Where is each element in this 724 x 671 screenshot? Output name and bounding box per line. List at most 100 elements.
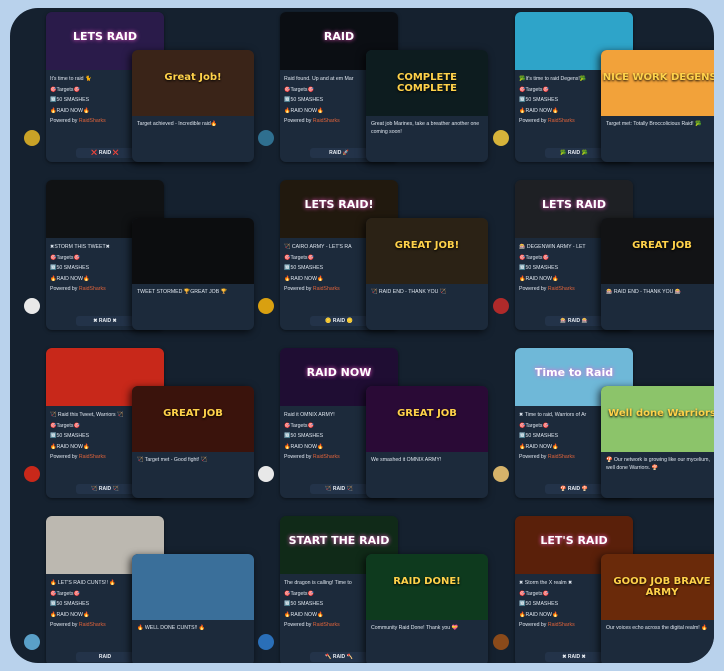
brand-link[interactable]: RaidSharks — [548, 454, 575, 460]
brand-link[interactable]: RaidSharks — [313, 622, 340, 628]
raid-button[interactable]: 🪓 RAID 🪓 — [310, 652, 368, 662]
raid-complete-caption: We smashed it OMNIX ARMY! — [371, 457, 442, 463]
raid-banner-text: START THE RAID — [288, 534, 390, 547]
raid-complete-card: GOOD JOB BRAVE ARMY Our voices echo acro… — [601, 554, 714, 663]
community-avatar — [24, 466, 40, 482]
raid-button[interactable]: 🏹 RAID 🏹 — [76, 484, 134, 494]
raid-button[interactable]: RAID 🚀 — [310, 148, 368, 158]
powered-label: Powered by — [284, 454, 312, 460]
powered-label: Powered by — [50, 286, 78, 292]
raid-complete-banner-text: GREAT JOB — [397, 408, 457, 419]
raid-preview-c3: 🥦It's time to raid Degens!🥦 🎯Targets🎯 🔟5… — [493, 12, 714, 172]
raid-preview-c10: 🔥 LET'S RAID CUNTS!! 🔥 🎯Targets🎯 🔟50 SMA… — [24, 516, 254, 663]
brand-link[interactable]: RaidSharks — [548, 622, 575, 628]
raid-complete-banner-text: NICE WORK DEGENS! — [602, 72, 714, 83]
raid-complete-caption: Community Raid Done! Thank you 💝 — [371, 625, 459, 631]
raid-button[interactable]: 🪙 RAID 🪙 — [310, 316, 368, 326]
brand-link[interactable]: RaidSharks — [79, 622, 106, 628]
raid-complete-banner-text: GREAT JOB — [632, 240, 692, 251]
raid-complete-caption: 🏹 Target met - Good fight! 🏹 — [137, 457, 208, 463]
brand-link[interactable]: RaidSharks — [313, 454, 340, 460]
raid-complete-banner: GOOD JOB BRAVE ARMY — [601, 554, 714, 620]
community-avatar — [24, 634, 40, 650]
raid-complete-caption: 🍄 Our network is growing like our myceli… — [606, 457, 710, 471]
raid-preview-c5: LETS RAID! 🏹 CAIRO ARMY - LET'S RA 🎯Targ… — [258, 180, 488, 340]
brand-link[interactable]: RaidSharks — [548, 286, 575, 292]
raid-complete-card: RAID DONE! Community Raid Done! Thank yo… — [366, 554, 488, 663]
raid-complete-card: GREAT JOB! 🏹 RAID END - THANK YOU 🏹 — [366, 218, 488, 330]
powered-label: Powered by — [50, 622, 78, 628]
raid-preview-c11: START THE RAID The dragon is calling! Ti… — [258, 516, 488, 663]
raid-complete-card: GREAT JOB We smashed it OMNIX ARMY! — [366, 386, 488, 498]
raid-complete-banner: Great Job! — [132, 50, 254, 116]
powered-label: Powered by — [284, 286, 312, 292]
brand-link[interactable]: RaidSharks — [313, 118, 340, 124]
raid-complete-banner: GREAT JOB — [132, 386, 254, 452]
raid-complete-banner: GREAT JOB — [366, 386, 488, 452]
raid-button[interactable]: ✖ RAID ✖ — [76, 316, 134, 326]
raid-button[interactable]: 🎰 RAID 🎰 — [545, 316, 603, 326]
raid-preview-c9: Time to Raid ✖ Time to raid, Warriors of… — [493, 348, 714, 508]
raid-complete-banner-text: Well done Warriors — [608, 408, 714, 419]
raid-banner-text: LETS RAID — [73, 30, 137, 43]
showcase-frame: LETS RAID It's time to raid 🐈 🎯Targets🎯 … — [10, 8, 714, 663]
raid-complete-caption: Target met: Totally Broccolicious Raid! … — [606, 121, 702, 127]
raid-complete-banner: COMPLETE COMPLETE — [366, 50, 488, 116]
raid-complete-banner-text: GREAT JOB! — [394, 240, 460, 251]
community-avatar — [493, 634, 509, 650]
raid-banner-text: RAID — [323, 30, 355, 43]
raid-button[interactable]: 🥦 RAID 🥦 — [545, 148, 603, 158]
raid-complete-caption: Our voices echo across the digital realm… — [606, 625, 708, 631]
community-avatar — [493, 130, 509, 146]
raid-complete-card: GREAT JOB 🏹 Target met - Good fight! 🏹 — [132, 386, 254, 498]
raid-complete-banner-text: GREAT JOB — [163, 408, 223, 419]
raid-complete-card: COMPLETE COMPLETE Great job Marines, tak… — [366, 50, 488, 162]
raid-complete-banner-text: RAID DONE! — [393, 576, 461, 587]
raid-complete-banner — [132, 218, 254, 284]
raid-complete-caption: TWEET STORMED 🏆GREAT JOB 🏆 — [137, 289, 228, 295]
raid-complete-banner — [132, 554, 254, 620]
raid-complete-caption: 🎰 RAID END - THANK YOU 🎰 — [606, 289, 682, 295]
powered-label: Powered by — [519, 286, 547, 292]
raid-complete-banner-text: COMPLETE COMPLETE — [397, 72, 457, 94]
powered-label: Powered by — [519, 622, 547, 628]
brand-link[interactable]: RaidSharks — [79, 454, 106, 460]
powered-label: Powered by — [50, 118, 78, 124]
raid-preview-c1: LETS RAID It's time to raid 🐈 🎯Targets🎯 … — [24, 12, 254, 172]
raid-preview-c12: LET'S RAID ✖ Storm the X realm ✖ 🎯Target… — [493, 516, 714, 663]
brand-link[interactable]: RaidSharks — [313, 286, 340, 292]
brand-link[interactable]: RaidSharks — [79, 118, 106, 124]
raid-complete-card: Well done Warriors 🍄 Our network is grow… — [601, 386, 714, 498]
brand-link[interactable]: RaidSharks — [79, 286, 106, 292]
raid-preview-c8: RAID NOW Raid it OMNIX ARMY! 🎯Targets🎯 🔟… — [258, 348, 488, 508]
raid-banner-text: RAID NOW — [306, 366, 372, 379]
raid-preview-c7: 🏹 Raid this Tweet, Warriors 🏹 🎯Targets🎯 … — [24, 348, 254, 508]
brand-link[interactable]: RaidSharks — [548, 118, 575, 124]
raid-button[interactable]: ✖ RAID ✖ — [545, 652, 603, 662]
community-avatar — [24, 130, 40, 146]
community-avatar — [24, 298, 40, 314]
community-avatar — [493, 466, 509, 482]
powered-label: Powered by — [284, 118, 312, 124]
raid-banner-text: LETS RAID — [542, 198, 606, 211]
community-avatar — [493, 298, 509, 314]
raid-complete-banner: NICE WORK DEGENS! — [601, 50, 714, 116]
raid-preview-c4: ✖STORM THIS TWEET✖ 🎯Targets🎯 🔟50 SMASHES… — [24, 180, 254, 340]
raid-complete-banner-text: Great Job! — [164, 72, 222, 83]
raid-complete-banner: GREAT JOB! — [366, 218, 488, 284]
raid-button[interactable]: 🏹 RAID 🏹 — [310, 484, 368, 494]
raid-complete-caption: Target achieved - Incredible raid🔥 — [137, 121, 218, 127]
raid-complete-banner: RAID DONE! — [366, 554, 488, 620]
raid-complete-card: NICE WORK DEGENS! Target met: Totally Br… — [601, 50, 714, 162]
raid-complete-caption: 🔥 WELL DONE CUNTS!! 🔥 — [137, 625, 206, 631]
raid-button[interactable]: 🍄 RAID 🍄 — [545, 484, 603, 494]
raid-preview-c6: LETS RAID 🎰 DEGENWIN ARMY - LET 🎯Targets… — [493, 180, 714, 340]
raid-complete-card: Great Job! Target achieved - Incredible … — [132, 50, 254, 162]
community-avatar — [258, 298, 274, 314]
raid-complete-banner: Well done Warriors — [601, 386, 714, 452]
raid-banner-text: LETS RAID! — [304, 198, 374, 211]
raid-button[interactable]: ❌ RAID ❌ — [76, 148, 134, 158]
raid-complete-caption: Great job Marines, take a breather anoth… — [371, 121, 480, 135]
community-avatar — [258, 634, 274, 650]
raid-button[interactable]: RAID — [76, 652, 134, 662]
